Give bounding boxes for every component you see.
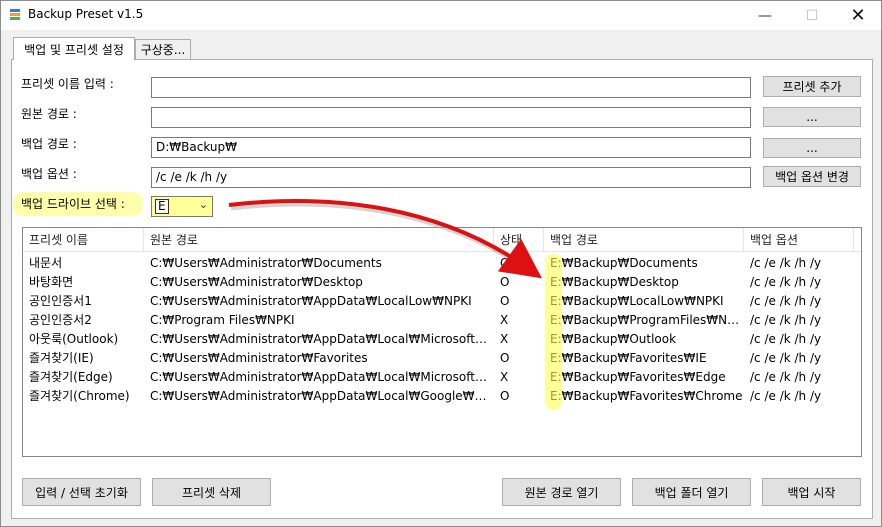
open-source-path-button[interactable]: 원본 경로 열기 bbox=[502, 478, 621, 506]
backup-options-cell: /c /e /k /h /y bbox=[750, 275, 822, 289]
preset-name-cell: 아웃룩(Outlook) bbox=[29, 332, 119, 346]
backup-path-cell: E:₩Backup₩LocalLow₩NPKI bbox=[550, 294, 724, 308]
close-button[interactable]: ✕ bbox=[835, 1, 881, 30]
source-path-cell: C:₩Users₩Administrator₩Documents bbox=[150, 256, 382, 270]
delete-preset-button[interactable]: 프리셋 삭제 bbox=[152, 478, 271, 506]
source-path-cell: C:₩Users₩Administrator₩Favorites bbox=[150, 351, 368, 365]
backup-path-cell: E:₩Backup₩Documents bbox=[550, 256, 698, 270]
table-row[interactable]: 즐겨찾기(Edge) C:₩Users₩Administrator₩AppData… bbox=[23, 368, 861, 387]
add-preset-button[interactable]: 프리셋 추가 bbox=[763, 76, 861, 97]
source-path-cell: C:₩Users₩Administrator₩AppData₩Local₩Mic… bbox=[150, 370, 494, 384]
table-row[interactable]: 내문서 C:₩Users₩Administrator₩Documents O E:₩B… bbox=[23, 254, 861, 273]
column-backup-path[interactable]: 백업 경로 bbox=[544, 228, 744, 252]
preset-name-cell: 공인인증서1 bbox=[29, 294, 92, 308]
preset-name-cell: 즐겨찾기(Chrome) bbox=[29, 389, 130, 403]
backup-options-cell: /c /e /k /h /y bbox=[750, 370, 822, 384]
backup-options-cell: /c /e /k /h /y bbox=[750, 313, 822, 327]
backup-options-cell: /c /e /k /h /y bbox=[750, 294, 822, 308]
preset-name-label: 프리셋 이름 입력 : bbox=[21, 77, 114, 91]
backup-path-cell: E:₩Backup₩ProgramFiles₩NPKI bbox=[550, 313, 744, 327]
backup-path-input[interactable]: D:₩Backup₩ bbox=[151, 137, 751, 158]
backup-options-cell: /c /e /k /h /y bbox=[750, 389, 822, 403]
list-header: 프리셋 이름 원본 경로 상태 백업 경로 백업 옵션 bbox=[23, 228, 861, 252]
drive-select[interactable]: E ⌄ bbox=[151, 196, 213, 217]
status-cell: O bbox=[500, 275, 510, 289]
status-cell: O bbox=[500, 389, 510, 403]
backup-options-label: 백업 옵션 : bbox=[21, 167, 77, 181]
column-backup-options[interactable]: 백업 옵션 bbox=[744, 228, 854, 252]
backup-path-cell: E:₩Backup₩Favorites₩Edge bbox=[550, 370, 726, 384]
source-path-cell: C:₩Users₩Administrator₩AppData₩Local₩Goo… bbox=[150, 389, 494, 403]
change-options-button[interactable]: 백업 옵션 변경 bbox=[763, 166, 861, 187]
backup-path-column-highlight bbox=[545, 254, 562, 410]
backup-browse-button[interactable]: ... bbox=[763, 138, 861, 158]
backup-options-cell: /c /e /k /h /y bbox=[750, 256, 822, 270]
table-row[interactable]: 공인인증서1 C:₩Users₩Administrator₩AppData₩Loc… bbox=[23, 292, 861, 311]
backup-path-label: 백업 경로 : bbox=[21, 137, 77, 151]
table-row[interactable]: 바탕화면 C:₩Users₩Administrator₩Desktop O E:₩Ba… bbox=[23, 273, 861, 292]
table-row[interactable]: 즐겨찾기(IE) C:₩Users₩Administrator₩Favorites… bbox=[23, 349, 861, 368]
tab-planning[interactable]: 구상중... bbox=[135, 39, 191, 60]
preset-name-cell: 바탕화면 bbox=[29, 275, 74, 289]
column-status[interactable]: 상태 bbox=[494, 228, 544, 252]
maximize-button[interactable]: ☐ bbox=[789, 1, 835, 30]
table-row[interactable]: 즐겨찾기(Chrome) C:₩Users₩Administrator₩AppDa… bbox=[23, 387, 861, 406]
backup-options-cell: /c /e /k /h /y bbox=[750, 351, 822, 365]
column-preset-name[interactable]: 프리셋 이름 bbox=[23, 228, 144, 252]
app-icon bbox=[8, 8, 22, 22]
app-window: Backup Preset v1.5 — ☐ ✕ 백업 및 프리셋 설정 구상중… bbox=[0, 0, 882, 527]
start-backup-button[interactable]: 백업 시작 bbox=[762, 478, 861, 506]
status-cell: O bbox=[500, 351, 510, 365]
preset-name-cell: 공인인증서2 bbox=[29, 313, 92, 327]
source-path-cell: C:₩Program Files₩NPKI bbox=[150, 313, 295, 327]
backup-options-input[interactable]: /c /e /k /h /y bbox=[151, 167, 751, 188]
window-title: Backup Preset v1.5 bbox=[28, 7, 144, 21]
source-path-input[interactable] bbox=[151, 107, 751, 128]
backup-path-cell: E:₩Backup₩Favorites₩IE bbox=[550, 351, 707, 365]
source-path-label: 원본 경로 : bbox=[21, 107, 77, 121]
status-cell: X bbox=[500, 370, 509, 384]
drive-select-label: 백업 드라이브 선택 : bbox=[21, 197, 125, 211]
open-backup-folder-button[interactable]: 백업 폴더 열기 bbox=[632, 478, 751, 506]
preset-name-cell: 내문서 bbox=[29, 256, 63, 270]
backup-path-cell: E:₩Backup₩Favorites₩Chrome bbox=[550, 389, 743, 403]
status-cell: O bbox=[500, 256, 510, 270]
reset-button[interactable]: 입력 / 선택 초기화 bbox=[22, 478, 141, 506]
tab-backup-preset-settings[interactable]: 백업 및 프리셋 설정 bbox=[13, 37, 135, 60]
table-row[interactable]: 아웃룩(Outlook) C:₩Users₩Administrator₩AppDa… bbox=[23, 330, 861, 349]
preset-name-cell: 즐겨찾기(IE) bbox=[29, 351, 94, 365]
backup-path-cell: E:₩Backup₩Outlook bbox=[550, 332, 677, 346]
preset-name-input[interactable] bbox=[151, 77, 751, 98]
status-cell: X bbox=[500, 332, 509, 346]
status-cell: O bbox=[500, 294, 510, 308]
minimize-button[interactable]: — bbox=[742, 1, 788, 30]
backup-options-cell: /c /e /k /h /y bbox=[750, 332, 822, 346]
source-path-cell: C:₩Users₩Administrator₩Desktop bbox=[150, 275, 363, 289]
column-source-path[interactable]: 원본 경로 bbox=[144, 228, 494, 252]
table-row[interactable]: 공인인증서2 C:₩Program Files₩NPKI X E:₩Backup₩Pr… bbox=[23, 311, 861, 330]
preset-list[interactable]: 프리셋 이름 원본 경로 상태 백업 경로 백업 옵션 내문서 C:₩Users₩… bbox=[22, 227, 862, 457]
status-cell: X bbox=[500, 313, 509, 327]
source-browse-button[interactable]: ... bbox=[763, 107, 861, 127]
backup-path-cell: E:₩Backup₩Desktop bbox=[550, 275, 679, 289]
source-path-cell: C:₩Users₩Administrator₩AppData₩LocalLow₩… bbox=[150, 294, 472, 308]
title-bar[interactable]: Backup Preset v1.5 — ☐ ✕ bbox=[1, 1, 881, 30]
source-path-cell: C:₩Users₩Administrator₩AppData₩Local₩Mic… bbox=[150, 332, 494, 346]
drive-select-value: E bbox=[155, 199, 169, 214]
preset-name-cell: 즐겨찾기(Edge) bbox=[29, 370, 113, 384]
chevron-down-icon[interactable]: ⌄ bbox=[199, 198, 208, 211]
